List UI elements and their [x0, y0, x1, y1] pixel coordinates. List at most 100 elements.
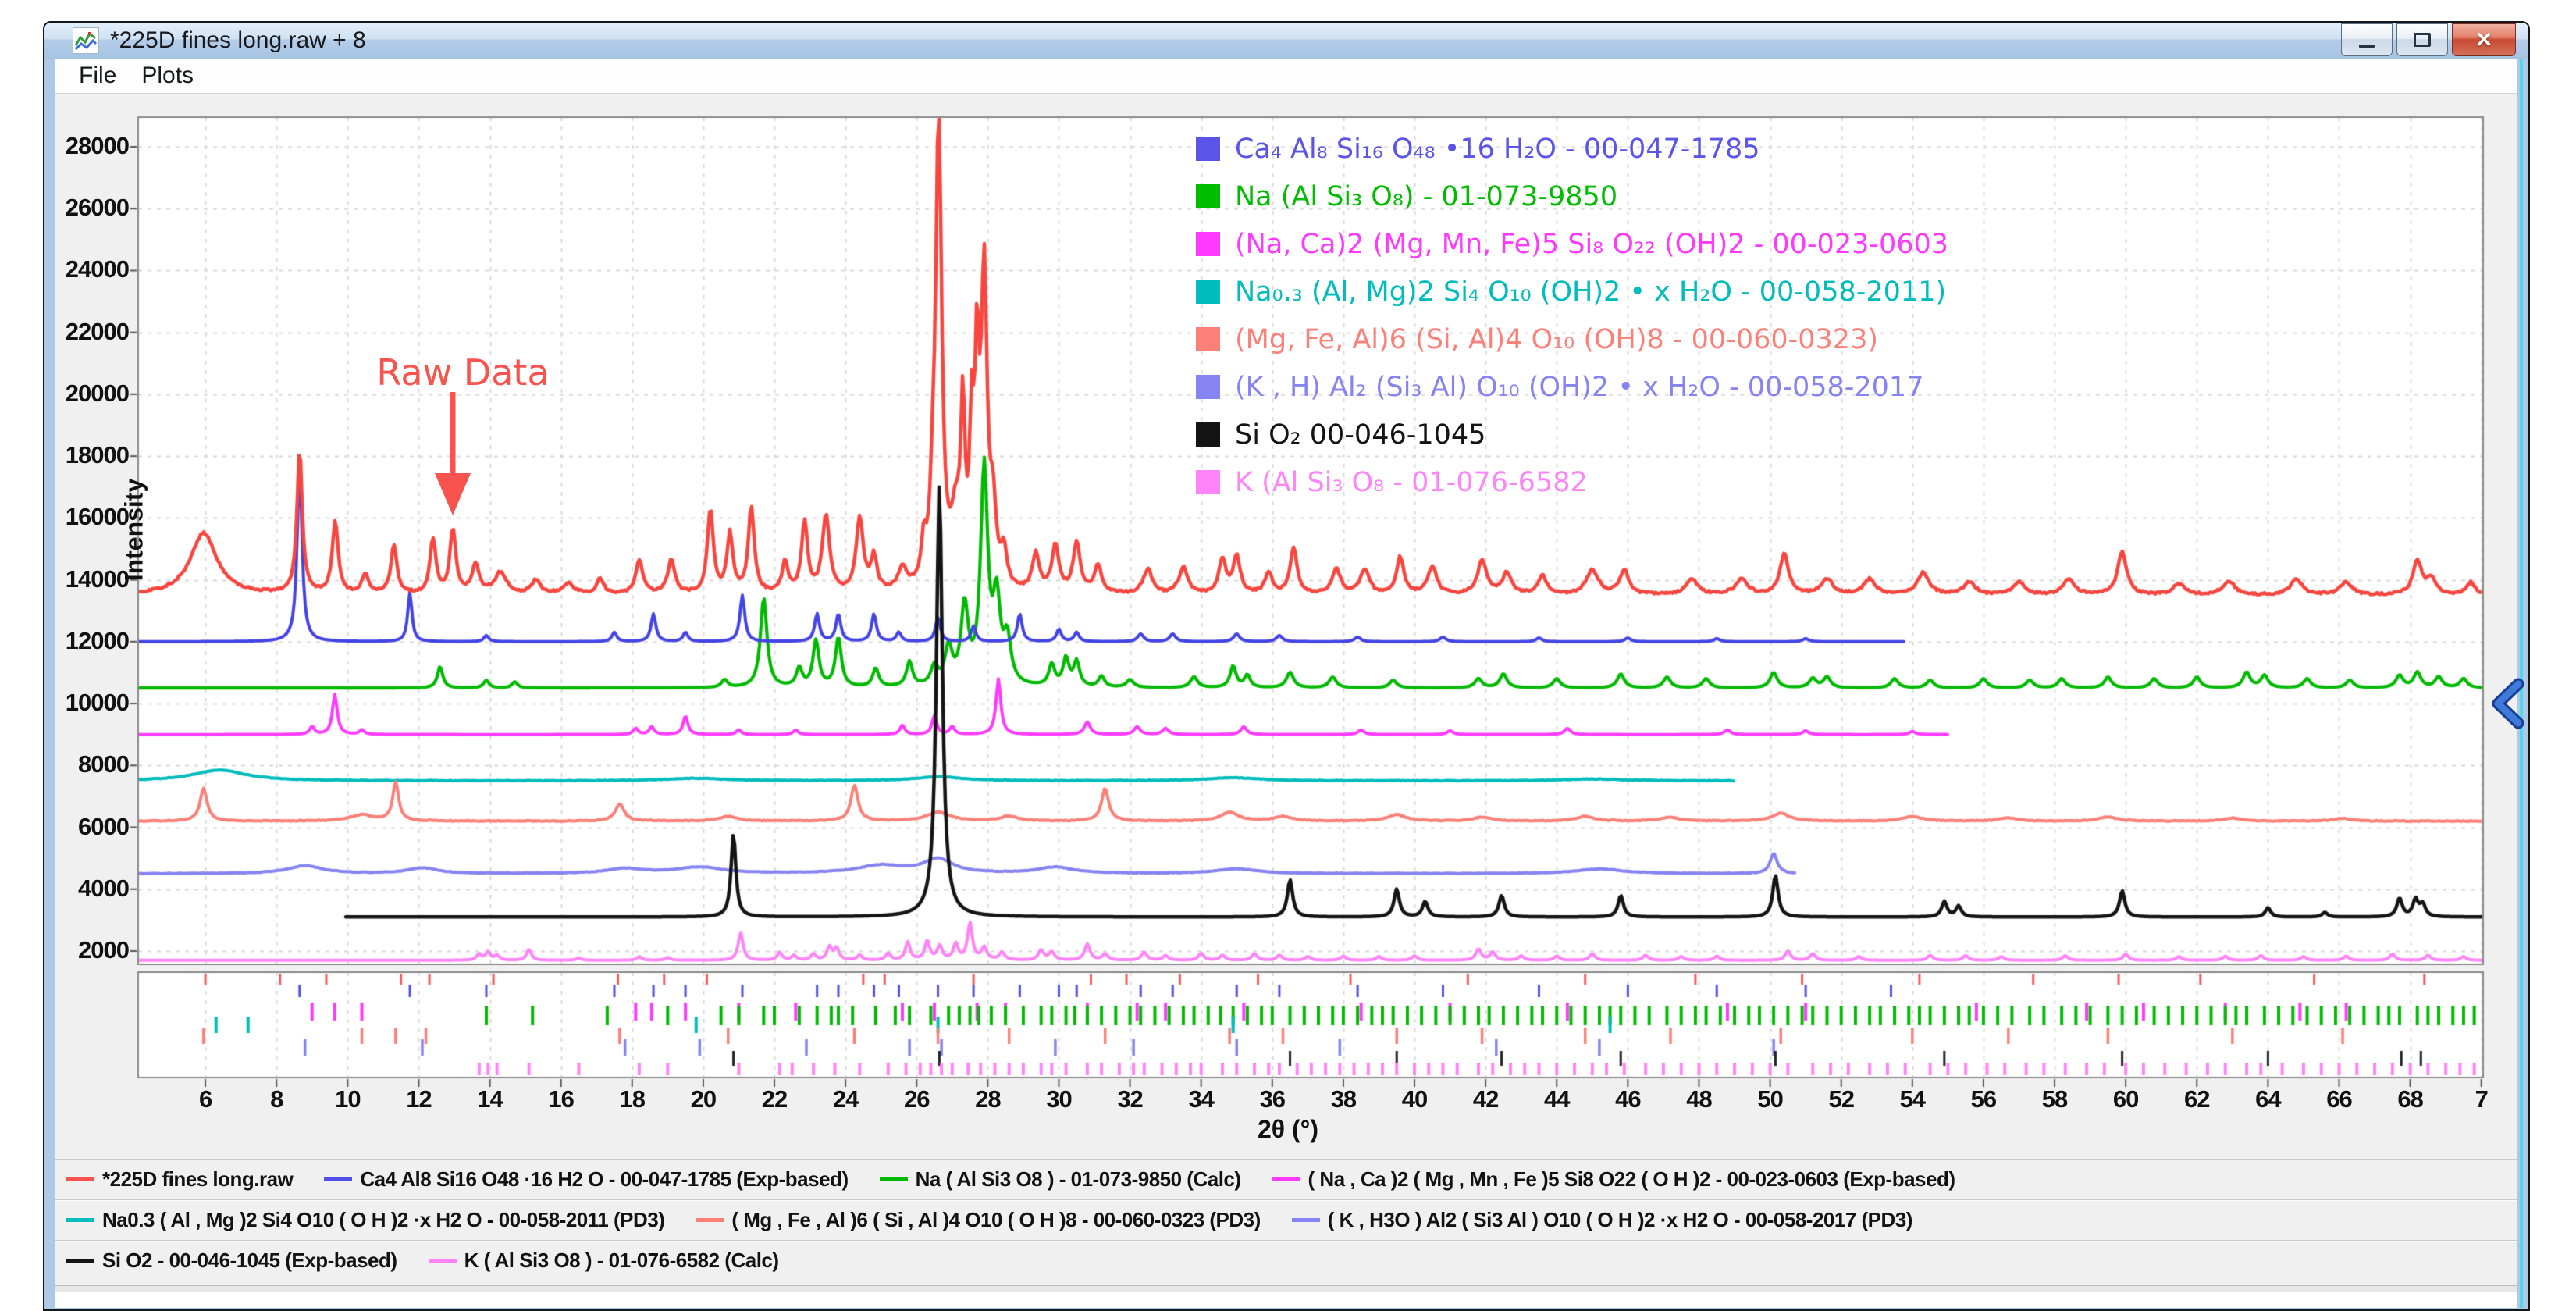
x-tick-label: 40 — [1379, 1085, 1450, 1113]
menubar: File Plots — [55, 59, 2517, 94]
y-tick-label: 18000 — [41, 441, 129, 469]
y-tick-label: 26000 — [41, 194, 129, 222]
series-dash-icon — [1272, 1177, 1300, 1181]
legend-label: (Na, Ca)2 (Mg, Mn, Fe)5 Si₈ O₂₂ (OH)2 - … — [1235, 229, 1948, 260]
bottom-legend-label: K ( Al Si3 O8 ) - 01-076-6582 (Calc) — [464, 1249, 779, 1273]
x-tick-label: 42 — [1450, 1085, 1521, 1113]
series-dash-icon — [1292, 1218, 1320, 1222]
y-tick-label: 14000 — [41, 565, 129, 593]
x-tick-label: 6 — [170, 1085, 240, 1113]
legend-label: Na (Al Si₃ O₈) - 01-073-9850 — [1235, 181, 1617, 212]
raw-data-annotation: Raw Data — [350, 351, 576, 394]
x-tick-label: 26 — [881, 1085, 952, 1113]
x-tick-label: 54 — [1877, 1085, 1948, 1113]
x-tick-label: 46 — [1592, 1085, 1663, 1113]
legend-item: (Na, Ca)2 (Mg, Mn, Fe)5 Si₈ O₂₂ (OH)2 - … — [1196, 220, 1948, 268]
bottom-legend-label: ( Mg , Fe , Al )6 ( Si , Al )4 O10 ( O H… — [731, 1208, 1260, 1232]
bottom-legend-row: Si O2 - 00-046-1045 (Exp-based) K ( Al Si… — [55, 1240, 2517, 1280]
legend-item: Si O₂ 00-046-1045 — [1196, 411, 1948, 458]
x-tick-label: 64 — [2233, 1085, 2303, 1113]
x-tick-label: 62 — [2161, 1085, 2232, 1113]
legend-swatch-icon — [1196, 327, 1220, 351]
x-tick-label: 12 — [383, 1085, 454, 1113]
x-tick-label: 24 — [810, 1085, 881, 1113]
y-tick-label: 4000 — [41, 875, 129, 903]
legend-item: Ca₄ Al₈ Si₁₆ O₄₈ •16 H₂O - 00-047-1785 — [1196, 125, 1948, 173]
x-tick-label: 56 — [1948, 1085, 2019, 1113]
series-dash-icon — [880, 1177, 908, 1181]
x-tick-label: 58 — [2019, 1085, 2090, 1113]
bottom-legend-item: Na0.3 ( Al , Mg )2 Si4 O10 ( O H )2 ·x H… — [66, 1208, 664, 1232]
collapse-chevron-icon[interactable] — [2489, 678, 2526, 729]
bottom-legend-label: *225D fines long.raw — [102, 1167, 293, 1192]
x-tick-label: 16 — [526, 1085, 596, 1113]
x-tick-label: 10 — [312, 1085, 382, 1113]
bottom-legend-label: Si O2 - 00-046-1045 (Exp-based) — [102, 1249, 397, 1273]
x-tick-label: 52 — [1806, 1085, 1877, 1113]
x-tick-label: 32 — [1095, 1085, 1165, 1113]
y-tick-label: 20000 — [41, 379, 129, 408]
app-chart-icon — [73, 27, 99, 54]
y-tick-label: 24000 — [41, 255, 129, 283]
bottom-legend-label: Na0.3 ( Al , Mg )2 Si4 O10 ( O H )2 ·x H… — [102, 1208, 664, 1232]
close-button[interactable]: ✕ — [2452, 23, 2516, 56]
x-tick-label: 28 — [952, 1085, 1023, 1113]
bottom-legend-item: ( K , H3O ) Al2 ( Si3 Al ) O10 ( O H )2 … — [1292, 1208, 1912, 1232]
raw-data-arrow-icon — [428, 389, 478, 522]
y-tick-label: 16000 — [41, 503, 129, 531]
bottom-legend-item: Si O2 - 00-046-1045 (Exp-based) — [66, 1249, 397, 1273]
bottom-strip — [55, 1285, 2517, 1292]
legend-swatch-icon — [1196, 137, 1220, 161]
series-dash-icon — [66, 1259, 94, 1263]
x-tick-label: 22 — [739, 1085, 809, 1113]
legend-label: K (Al Si₃ O₈ - 01-076-6582 — [1235, 467, 1588, 498]
maximize-icon — [2414, 33, 2431, 47]
y-tick-label: 22000 — [41, 318, 129, 346]
x-tick-label: 34 — [1166, 1085, 1236, 1113]
x-tick-label: 44 — [1521, 1085, 1592, 1113]
x-tick-label: 14 — [455, 1085, 525, 1113]
legend-label: (Mg, Fe, Al)6 (Si, Al)4 O₁₀ (OH)8 - 00-0… — [1235, 324, 1878, 355]
y-tick-label: 10000 — [41, 689, 129, 717]
legend-item: Na₀.₃ (Al, Mg)2 Si₄ O₁₀ (OH)2 • x H₂O - … — [1196, 268, 1948, 315]
legend-label: Si O₂ 00-046-1045 — [1235, 419, 1485, 451]
window-title: *225D fines long.raw + 8 — [110, 27, 366, 54]
x-tick-label: 20 — [668, 1085, 738, 1113]
legend-item: Na (Al Si₃ O₈) - 01-073-9850 — [1196, 173, 1948, 220]
y-tick-label: 8000 — [41, 750, 129, 778]
legend-swatch-icon — [1196, 470, 1220, 494]
legend-label: (K , H) Al₂ (Si₃ Al) O₁₀ (OH)2 • x H₂O -… — [1235, 372, 1923, 403]
legend-item: K (Al Si₃ O₈ - 01-076-6582 — [1196, 458, 1948, 506]
x-tick-label: 66 — [2304, 1085, 2374, 1113]
menu-plots[interactable]: Plots — [129, 62, 206, 89]
legend-label: Ca₄ Al₈ Si₁₆ O₄₈ •16 H₂O - 00-047-1785 — [1235, 134, 1760, 165]
y-tick-label: 12000 — [41, 627, 129, 655]
x-tick-label: 7 — [2446, 1085, 2517, 1113]
series-dash-icon — [324, 1177, 352, 1181]
bottom-legend-row: *225D fines long.raw Ca4 Al8 Si16 O48 ·16… — [55, 1159, 2517, 1199]
series-dash-icon — [66, 1177, 94, 1181]
x-tick-label: 30 — [1023, 1085, 1094, 1113]
bottom-legend-row: Na0.3 ( Al , Mg )2 Si4 O10 ( O H )2 ·x H… — [55, 1199, 2517, 1239]
legend-swatch-icon — [1196, 375, 1220, 399]
maximize-button[interactable] — [2396, 23, 2448, 56]
titlebar[interactable]: *225D fines long.raw + 8 ✕ — [44, 23, 2528, 59]
minimize-icon — [2359, 45, 2375, 48]
x-tick-label: 18 — [597, 1085, 667, 1113]
x-tick-label: 60 — [2090, 1085, 2161, 1113]
x-tick-label: 38 — [1308, 1085, 1379, 1113]
bottom-legend-item: Ca4 Al8 Si16 O48 ·16 H2 O - 00-047-1785 … — [324, 1167, 848, 1192]
menu-file[interactable]: File — [66, 62, 129, 89]
y-tick-label: 2000 — [41, 936, 129, 964]
bottom-legend-item: ( Na , Ca )2 ( Mg , Mn , Fe )5 Si8 O22 (… — [1272, 1167, 1955, 1192]
legend-item: (K , H) Al₂ (Si₃ Al) O₁₀ (OH)2 • x H₂O -… — [1196, 363, 1948, 411]
legend-swatch-icon — [1196, 184, 1220, 208]
chart-labels-layer: Intensity 2θ (°) Raw Data Ca₄ Al₈ Si₁₆ O… — [0, 0, 2576, 1308]
series-dash-icon — [696, 1218, 724, 1222]
series-dash-icon — [429, 1259, 457, 1263]
below-window-area — [55, 1292, 2517, 1308]
bottom-legend-label: Na ( Al Si3 O8 ) - 01-073-9850 (Calc) — [916, 1167, 1241, 1192]
legend-swatch-icon — [1196, 280, 1220, 304]
minimize-button[interactable] — [2341, 23, 2393, 56]
legend-label: Na₀.₃ (Al, Mg)2 Si₄ O₁₀ (OH)2 • x H₂O - … — [1235, 276, 1946, 308]
